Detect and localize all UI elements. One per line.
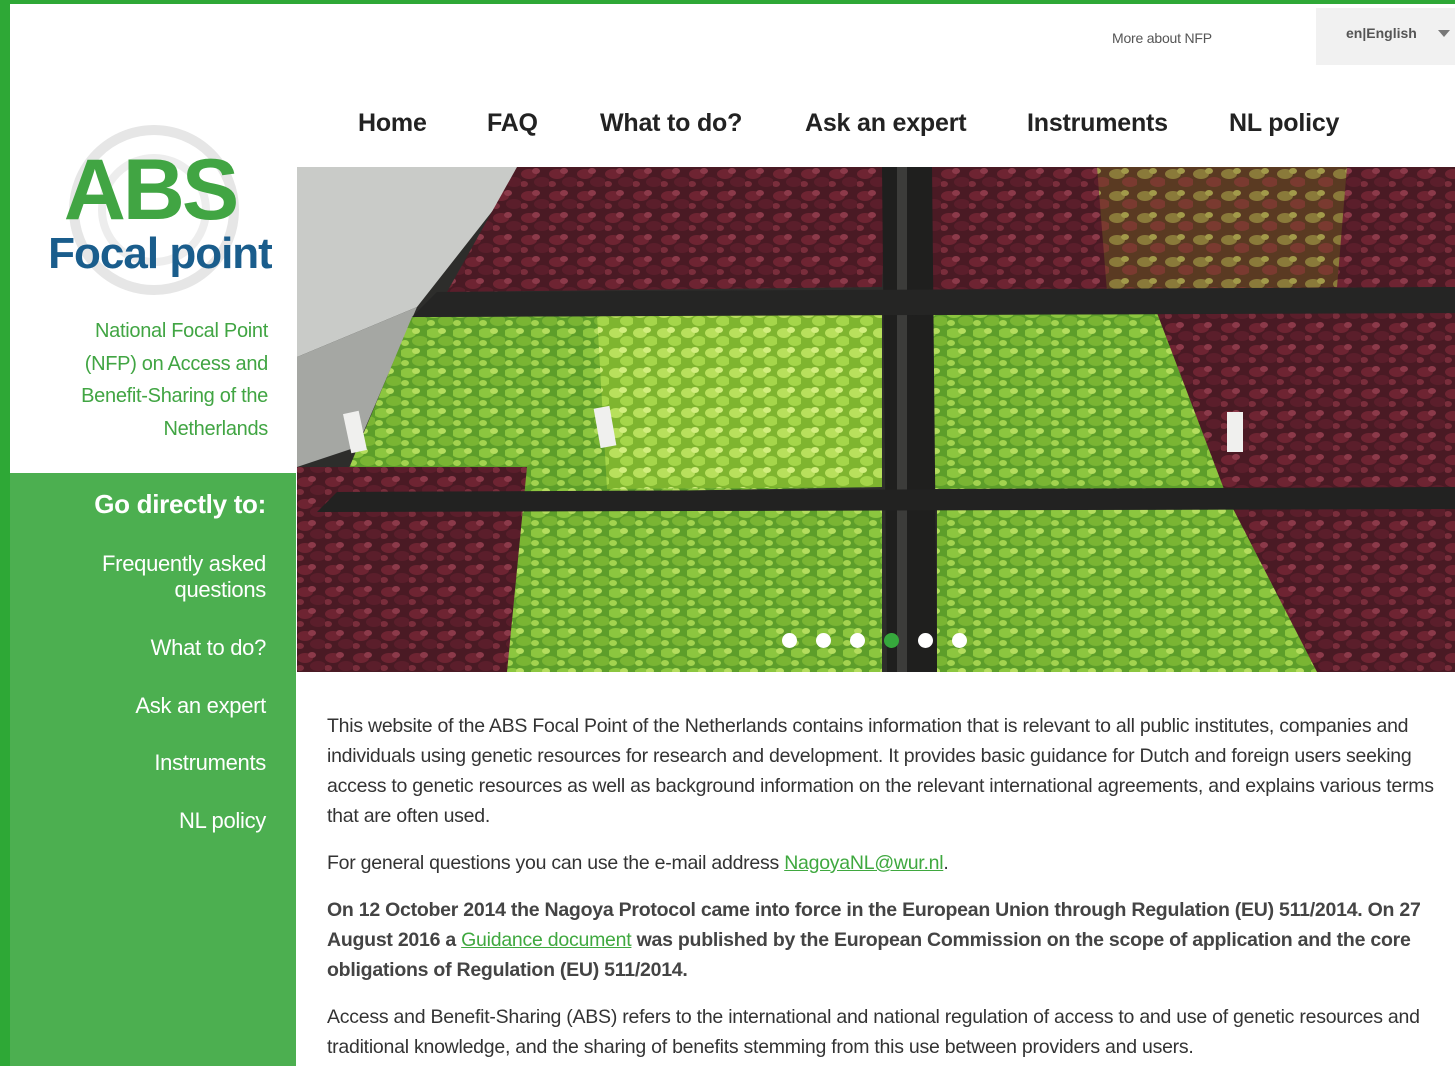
sidebar-link-what-to-do[interactable]: What to do? xyxy=(46,635,267,661)
sidebar: Go directly to: Frequently asked questio… xyxy=(10,473,296,1066)
contact-paragraph: For general questions you can use the e-… xyxy=(327,852,949,874)
slider-dots xyxy=(297,633,1455,653)
sidebar-link-ask-an-expert[interactable]: Ask an expert xyxy=(46,693,266,719)
slider-dot-6[interactable] xyxy=(952,633,967,648)
tagline: National Focal Point (NFP) on Access and… xyxy=(81,320,268,440)
abs-definition-paragraph: Access and Benefit-Sharing (ABS) refers … xyxy=(327,1006,1420,1058)
regulation-paragraph: On 12 October 2014 the Nagoya Protocol c… xyxy=(327,899,1421,981)
slider-dot-1[interactable] xyxy=(782,633,797,648)
chevron-down-icon xyxy=(1438,30,1450,37)
slider-dot-3[interactable] xyxy=(850,633,865,648)
logo[interactable]: ABS Focal point xyxy=(32,120,272,300)
slider-dot-2[interactable] xyxy=(816,633,831,648)
sidebar-title: Go directly to: xyxy=(94,489,266,519)
hero-image xyxy=(297,167,1455,672)
nav-ask-an-expert[interactable]: Ask an expert xyxy=(805,109,967,145)
guidance-document-link[interactable]: Guidance document xyxy=(461,929,632,951)
sidebar-link-nl-policy[interactable]: NL policy xyxy=(46,808,266,834)
page: More about NFP en|English ABS Focal poin… xyxy=(10,4,1455,1066)
logo-focal-point-text: Focal point xyxy=(48,229,272,278)
nav-faq[interactable]: FAQ xyxy=(487,109,538,145)
slider-dot-5[interactable] xyxy=(918,633,933,648)
hero-slideshow xyxy=(297,167,1455,672)
sidebar-link-faq[interactable]: Frequently asked questions xyxy=(46,551,266,603)
language-label: en|English xyxy=(1346,25,1417,41)
logo-abs-text: ABS xyxy=(64,142,237,238)
language-selector[interactable]: en|English xyxy=(1316,8,1455,65)
more-about-nfp-link[interactable]: More about NFP xyxy=(1112,30,1212,46)
nav-home[interactable]: Home xyxy=(358,109,427,145)
intro-paragraph: This website of the ABS Focal Point of t… xyxy=(327,715,1434,827)
nav-nl-policy[interactable]: NL policy xyxy=(1229,109,1339,145)
nav-what-to-do[interactable]: What to do? xyxy=(600,109,742,145)
main-content: This website of the ABS Focal Point of t… xyxy=(327,711,1442,1066)
slider-dot-4[interactable] xyxy=(884,633,899,648)
email-link[interactable]: NagoyaNL@wur.nl xyxy=(784,852,943,874)
sidebar-link-instruments[interactable]: Instruments xyxy=(46,750,266,776)
nav-instruments[interactable]: Instruments xyxy=(1027,109,1168,145)
